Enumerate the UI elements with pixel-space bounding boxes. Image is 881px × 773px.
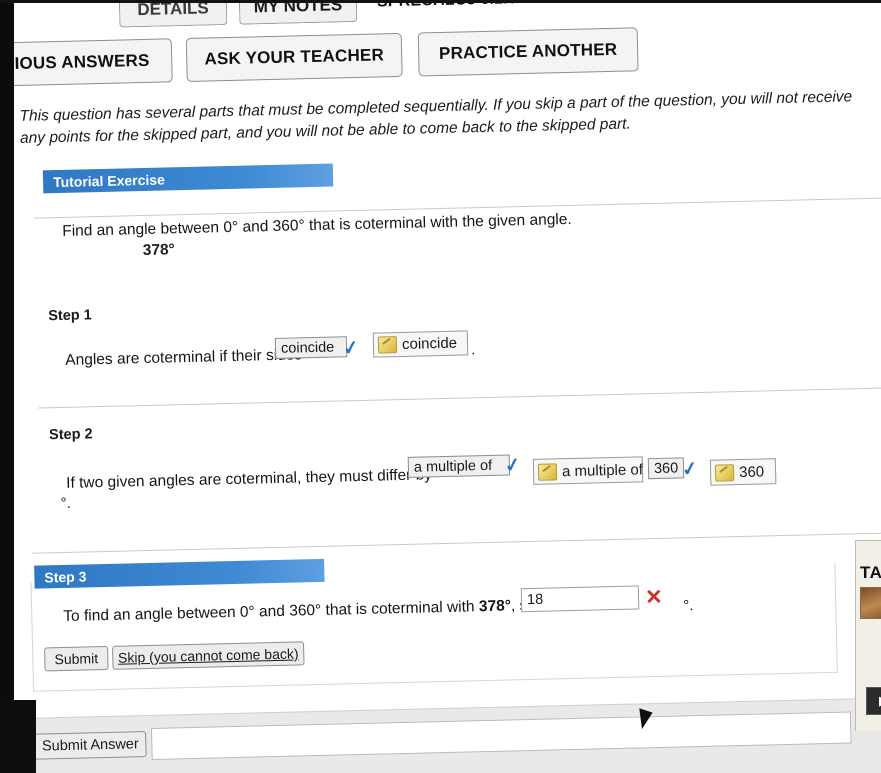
step-3-input[interactable]: 18 <box>520 585 640 613</box>
step-2-answer-box[interactable]: a multiple of <box>407 454 511 478</box>
screenshot-photo: DETAILS MY NOTES SPRECALC8 6.1.042.MI.SA… <box>0 0 881 773</box>
practice-another-button[interactable]: PRACTICE ANOTHER <box>417 27 639 77</box>
pencil-icon <box>714 463 735 482</box>
action-button-row: REVIOUS ANSWERS ASK YOUR TEACHER PRACTIC… <box>0 21 881 93</box>
step-2-check-icon-2: ✓ <box>680 458 700 482</box>
step-2-dropdown-2[interactable]: 360 <box>709 458 777 486</box>
step-1-text: Angles are coterminal if their sides <box>65 346 303 369</box>
step-1-dropdown[interactable]: coincide <box>372 330 469 358</box>
pencil-icon <box>377 336 398 354</box>
step-2-answer-value: a multiple of <box>413 457 493 476</box>
step-3-input-value: 18 <box>526 591 544 609</box>
sequential-parts-notice: This question has several parts that mus… <box>19 88 853 148</box>
practice-another-label: PRACTICE ANOTHER <box>438 39 618 63</box>
step-1-label: Step 1 <box>48 307 92 325</box>
step-2-check-icon: ✓ <box>503 454 523 478</box>
skip-button[interactable]: Skip (you cannot come back) <box>112 641 305 670</box>
submit-step-button[interactable]: Submit <box>44 645 109 672</box>
submit-answer-label: Submit Answer <box>41 736 139 755</box>
step-2-dropdown-value: a multiple of <box>561 460 644 480</box>
photo-edge-top <box>0 0 881 3</box>
divider <box>38 387 881 409</box>
tab-my-notes[interactable]: MY NOTES <box>238 0 358 25</box>
step-2-dropdown[interactable]: a multiple of <box>532 456 644 485</box>
step-2-label: Step 2 <box>48 426 93 444</box>
step-2-answer-value-2: 360 <box>653 459 679 477</box>
side-overlay-panel: TANA ▶ <box>855 540 881 731</box>
step-1-check-icon: ✓ <box>341 337 361 361</box>
step-1-answer-box[interactable]: coincide <box>274 336 348 359</box>
step-3-degree-symbol: °. <box>683 597 694 615</box>
side-panel-title: TANA <box>860 563 881 582</box>
question-prompt: Find an angle between 0° and 360° that i… <box>62 210 572 240</box>
step-2-degree-symbol: °. <box>60 494 72 513</box>
step-1-period: . <box>470 341 476 359</box>
side-panel-thumbnail <box>860 587 881 619</box>
tutorial-exercise-label: Tutorial Exercise <box>52 170 166 190</box>
step-2-text: If two given angles are coterminal, they… <box>65 466 433 492</box>
tab-details[interactable]: DETAILS <box>118 0 228 28</box>
previous-answers-button[interactable]: REVIOUS ANSWERS <box>0 38 173 88</box>
step-1-dropdown-value: coincide <box>401 334 458 353</box>
step-3-label: Step 3 <box>44 567 87 585</box>
submit-answer-button[interactable]: Submit Answer <box>34 731 147 760</box>
photo-edge-left <box>0 0 14 773</box>
play-icon[interactable]: ▶ <box>866 687 881 715</box>
ask-your-teacher-button[interactable]: ASK YOUR TEACHER <box>185 32 403 82</box>
skip-label: Skip (you cannot come back) <box>117 645 299 666</box>
ask-your-teacher-label: ASK YOUR TEACHER <box>204 45 385 69</box>
step-2-dropdown-value-2: 360 <box>738 462 765 481</box>
step-1-answer-value: coincide <box>280 339 335 357</box>
given-angle: 378° <box>142 241 175 260</box>
divider <box>31 532 881 554</box>
photo-edge-bottom-left <box>0 700 36 773</box>
browser-page: DETAILS MY NOTES SPRECALC8 6.1.042.MI.SA… <box>0 0 881 773</box>
submit-step-label: Submit <box>54 650 99 668</box>
tutorial-exercise-banner: Tutorial Exercise <box>42 163 334 194</box>
pencil-icon <box>537 462 558 481</box>
step-3-angle: 378° <box>478 597 512 616</box>
x-mark-icon: ✕ <box>644 585 663 610</box>
previous-answers-label: REVIOUS ANSWERS <box>0 50 150 74</box>
step-2-answer-box-2[interactable]: 360 <box>647 457 685 480</box>
